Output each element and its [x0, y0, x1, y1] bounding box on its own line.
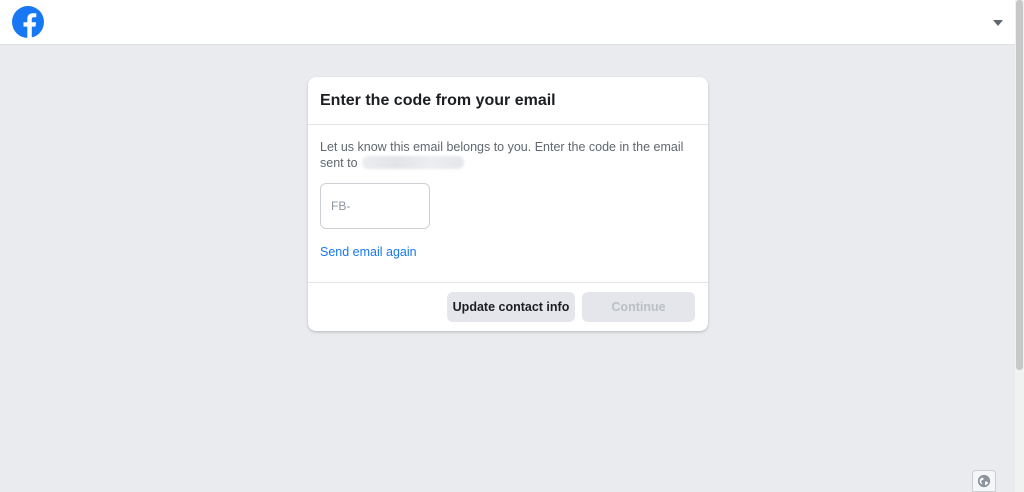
facebook-logo-icon[interactable] — [12, 6, 44, 38]
globe-icon — [977, 474, 991, 488]
code-input[interactable] — [320, 183, 430, 229]
top-bar — [0, 0, 1015, 45]
scrollbar-thumb[interactable] — [1016, 0, 1023, 370]
send-email-again-link[interactable]: Send email again — [320, 245, 417, 259]
dialog-description: Let us know this email belongs to you. E… — [320, 139, 696, 171]
dialog-header: Enter the code from your email — [308, 77, 708, 125]
dialog-footer: Update contact info Continue — [308, 283, 708, 331]
language-selector-button[interactable] — [972, 470, 996, 492]
redacted-email — [361, 156, 464, 169]
dialog-title: Enter the code from your email — [320, 91, 556, 109]
update-contact-info-button[interactable]: Update contact info — [447, 292, 575, 322]
continue-button[interactable]: Continue — [582, 292, 695, 322]
dialog-body: Let us know this email belongs to you. E… — [308, 125, 708, 283]
scrollbar[interactable] — [1015, 0, 1024, 492]
caret-down-icon[interactable] — [991, 18, 1005, 28]
verification-dialog: Enter the code from your email Let us kn… — [308, 77, 708, 331]
